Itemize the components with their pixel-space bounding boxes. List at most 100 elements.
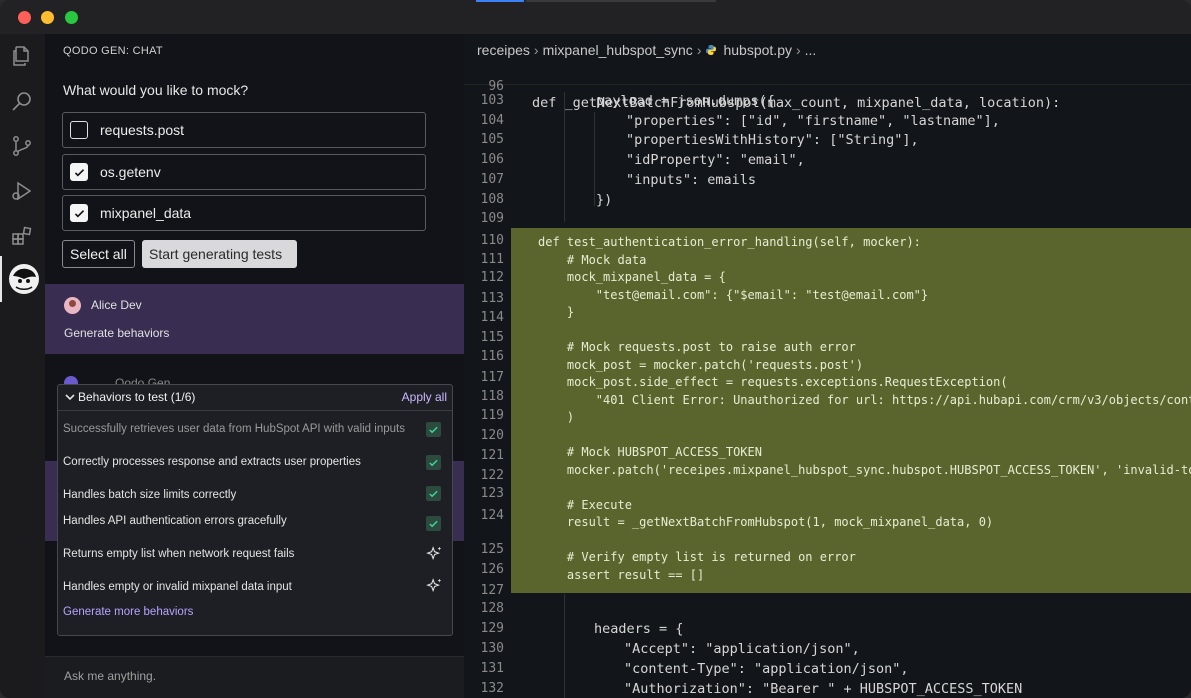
line-number: 129: [480, 621, 504, 636]
search-icon[interactable]: [8, 87, 36, 115]
tab-indicator: [526, 0, 716, 2]
line-number: 108: [480, 191, 504, 207]
line-number: 132: [480, 681, 504, 696]
checkbox-checked-icon[interactable]: [70, 204, 88, 222]
line-number: 116: [480, 349, 504, 364]
behavior-item[interactable]: Returns empty list when network request …: [63, 545, 447, 563]
mock-option-mixpanel-data[interactable]: mixpanel_data: [62, 195, 426, 231]
code-line: 106 "idProperty": "email",: [464, 152, 1191, 172]
line-number: 110: [480, 233, 504, 248]
breadcrumb-item[interactable]: mixpanel_hubspot_sync: [543, 42, 693, 58]
checkbox-checked-icon[interactable]: [70, 163, 88, 181]
chevron-down-icon[interactable]: [64, 391, 76, 403]
behaviors-title: Behaviors to test (1/6): [78, 390, 196, 404]
line-number: 118: [480, 389, 504, 404]
start-generating-tests-button[interactable]: Start generating tests: [142, 240, 297, 268]
line-number: 128: [480, 601, 504, 616]
behavior-text: Successfully retrieves user data from Hu…: [63, 423, 405, 435]
chevron-right-icon: ›: [696, 42, 702, 58]
mock-option-os-getenv[interactable]: os.getenv: [62, 154, 426, 190]
code-line: 124: [464, 508, 1191, 528]
mock-option-label: requests.post: [100, 122, 185, 138]
qodo-icon[interactable]: [0, 256, 45, 302]
mock-option-label: mixpanel_data: [100, 205, 192, 221]
chat-input-placeholder[interactable]: Ask me anything.: [64, 669, 156, 683]
code-line: 108}): [464, 192, 1191, 212]
python-file-icon: [706, 45, 717, 55]
line-number: 122: [480, 468, 504, 483]
extensions-icon[interactable]: [8, 222, 36, 250]
behaviors-header[interactable]: Behaviors to test (1/6) Apply all: [58, 385, 452, 411]
line-number: 126: [480, 562, 504, 577]
breadcrumb-item[interactable]: hubspot.py: [723, 42, 792, 58]
apply-all-button[interactable]: Apply all: [402, 390, 447, 404]
mock-option-label: os.getenv: [100, 164, 161, 180]
chevron-right-icon: ›: [533, 42, 539, 58]
chevron-right-icon: ›: [795, 42, 801, 58]
line-number: 107: [480, 171, 504, 187]
code-line: 121: [464, 448, 1191, 468]
line-number: 115: [480, 330, 504, 345]
code-text: "Accept": "application/json",: [624, 641, 860, 657]
avatar: [64, 297, 81, 314]
mock-option-requests-post[interactable]: requests.post: [62, 112, 426, 148]
code-line: 114: [464, 310, 1191, 330]
code-line: 115: [464, 330, 1191, 350]
check-icon[interactable]: [426, 516, 441, 531]
source-control-icon[interactable]: [8, 132, 36, 160]
zoom-window-button[interactable]: [65, 11, 78, 24]
app-window: QODO GEN: CHAT What would you like to mo…: [0, 0, 1191, 698]
line-number: 125: [480, 542, 504, 557]
line-number: 120: [480, 428, 504, 443]
active-tab-indicator: [476, 0, 524, 2]
behavior-item[interactable]: Handles empty or invalid mixpanel data i…: [63, 578, 447, 593]
checkbox-unchecked-icon[interactable]: [70, 121, 88, 139]
behavior-item[interactable]: Handles API authentication errors gracef…: [63, 515, 447, 531]
code-text: "content-Type": "application/json",: [624, 661, 909, 677]
behavior-item[interactable]: Correctly processes response and extract…: [63, 455, 447, 470]
check-icon[interactable]: [426, 486, 441, 501]
minimize-window-button[interactable]: [41, 11, 54, 24]
code-text: }): [596, 191, 613, 208]
code-line: 104 "properties": ["id", "firstname", "la…: [464, 113, 1191, 133]
files-icon[interactable]: [8, 42, 36, 70]
code-line: 120: [464, 428, 1191, 448]
sticky-scroll-header[interactable]: 96 def _getNextBatchFromHubspot(max_coun…: [464, 61, 1191, 111]
line-number: 112: [480, 270, 504, 285]
code-line: 119: [464, 408, 1191, 428]
activity-bar: [0, 34, 45, 698]
code-line: 122: [464, 468, 1191, 488]
code-line: 118: [464, 389, 1191, 409]
sparkle-icon[interactable]: [425, 545, 443, 563]
line-number: 103: [480, 93, 504, 108]
code-line: 127: [464, 583, 1191, 603]
check-icon[interactable]: [426, 455, 441, 470]
code-line: 130 "Accept": "application/json",: [464, 641, 1191, 661]
code-line: 129 headers = {: [464, 621, 1191, 641]
code-line: 123: [464, 486, 1191, 506]
sparkle-icon[interactable]: [425, 577, 443, 595]
code-text: headers = {: [594, 621, 684, 637]
close-window-button[interactable]: [18, 11, 31, 24]
breadcrumb-item[interactable]: receipes: [477, 42, 530, 58]
title-bar: [0, 0, 1191, 34]
code-line: 96 def _getNextBatchFromHubspot(max_coun…: [464, 63, 1191, 111]
check-icon[interactable]: [426, 422, 441, 437]
select-all-button[interactable]: Select all: [62, 240, 135, 268]
behavior-item[interactable]: Handles batch size limits correctly: [63, 486, 447, 501]
code-line: 103 payload = json.dumps({: [464, 93, 1191, 113]
behaviors-popup: Behaviors to test (1/6) Apply all Succes…: [57, 384, 453, 636]
line-number: 123: [480, 486, 504, 501]
breadcrumb-item[interactable]: ...: [805, 42, 817, 58]
line-number: 105: [480, 132, 504, 148]
line-number: 131: [480, 661, 504, 676]
generate-more-behaviors-link[interactable]: Generate more behaviors: [63, 606, 193, 618]
line-number: 113: [480, 291, 504, 306]
line-number: 104: [480, 112, 504, 128]
line-number: 121: [480, 448, 504, 463]
run-debug-icon[interactable]: [8, 177, 36, 205]
behavior-item[interactable]: Successfully retrieves user data from Hu…: [63, 422, 447, 437]
chat-input-bar[interactable]: Ask me anything.: [45, 656, 464, 698]
code-editor[interactable]: receipes › mixpanel_hubspot_sync › hubsp…: [464, 34, 1191, 698]
user-message: Alice Dev Generate behaviors: [45, 284, 464, 354]
